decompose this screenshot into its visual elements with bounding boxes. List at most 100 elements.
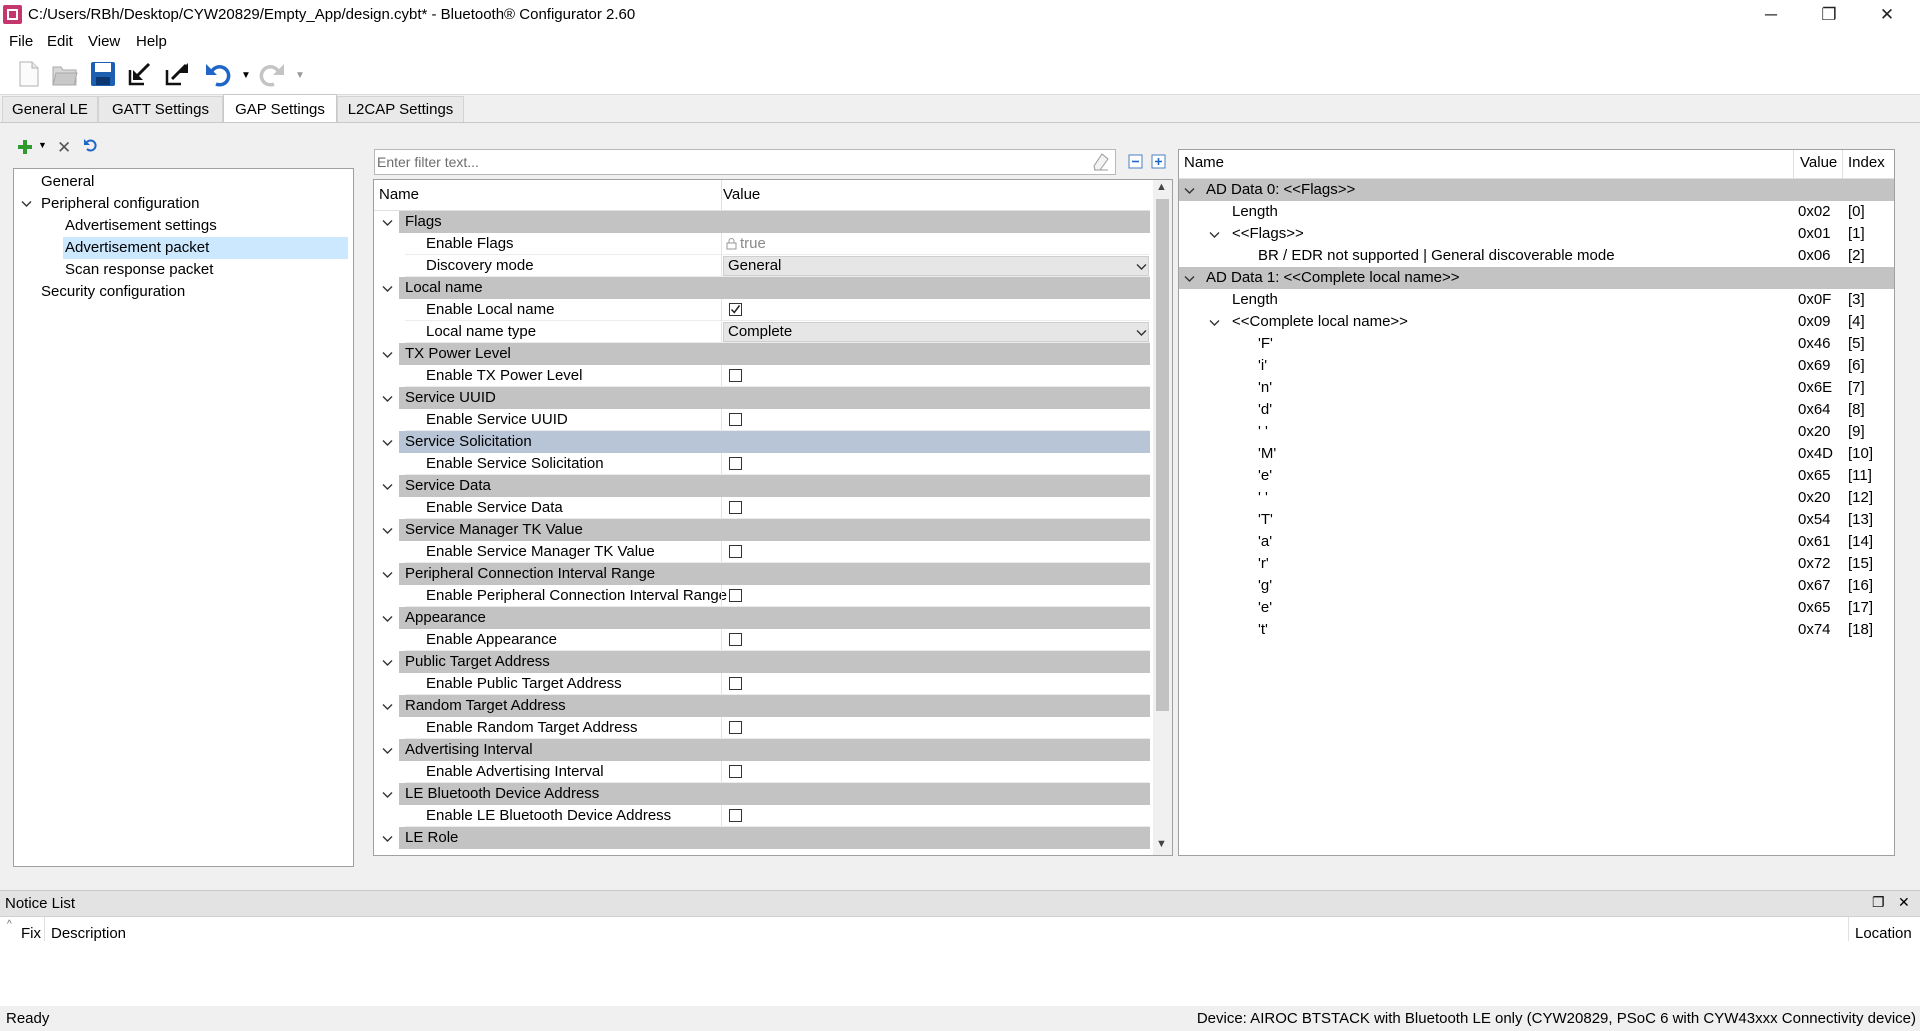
property-checkbox[interactable] [729,413,742,426]
redo-icon[interactable] [257,60,285,88]
grid-category-row[interactable]: LE Bluetooth Device Address [399,783,1150,805]
tree-item[interactable]: Advertisement settings [65,215,217,237]
ad-row[interactable]: ' ' 0x20 [12] [1179,487,1894,509]
category-chevron-icon[interactable] [382,571,393,579]
category-chevron-icon[interactable] [382,659,393,667]
ad-row[interactable]: 'n' 0x6E [7] [1179,377,1894,399]
menu-file[interactable]: File [9,33,33,50]
category-chevron-icon[interactable] [382,285,393,293]
tree-item[interactable]: Advertisement packet [63,237,348,259]
ad-expand-chevron-icon[interactable] [1184,187,1195,195]
grid-category-row[interactable]: Random Target Address [399,695,1150,717]
notice-col-location[interactable]: Location [1855,925,1912,942]
category-chevron-icon[interactable] [382,219,393,227]
grid-category-row[interactable]: LE Role [399,827,1150,849]
category-chevron-icon[interactable] [382,351,393,359]
notice-col-description[interactable]: Description [51,925,126,942]
grid-category-row[interactable]: Peripheral Connection Interval Range [399,563,1150,585]
close-icon[interactable]: ✕ [1898,894,1910,911]
grid-category-row[interactable]: Flags [399,211,1150,233]
grid-category-row[interactable]: TX Power Level [399,343,1150,365]
undo-dropdown-icon[interactable]: ▼ [241,70,251,81]
ad-row[interactable]: 'T' 0x54 [13] [1179,509,1894,531]
tab-gap-settings[interactable]: GAP Settings [223,94,337,123]
ad-row[interactable]: 'd' 0x64 [8] [1179,399,1894,421]
restore-icon[interactable]: ❐ [1872,894,1885,911]
property-checkbox[interactable] [729,303,742,316]
collapse-all-icon[interactable] [1128,154,1143,173]
export-icon[interactable] [163,60,191,88]
ad-expand-chevron-icon[interactable] [1209,231,1220,239]
import-icon[interactable] [126,60,154,88]
property-checkbox[interactable] [729,809,742,822]
ad-row[interactable]: Length 0x0F [3] [1179,289,1894,311]
property-checkbox[interactable] [729,545,742,558]
notice-col-fix[interactable]: Fix [21,925,41,942]
expand-all-icon[interactable] [1151,154,1166,173]
ad-row[interactable]: 'M' 0x4D [10] [1179,443,1894,465]
ad-row[interactable]: <<Complete local name>> 0x09 [4] [1179,311,1894,333]
property-checkbox[interactable] [729,677,742,690]
menu-view[interactable]: View [88,33,120,50]
category-chevron-icon[interactable] [382,835,393,843]
open-icon[interactable] [51,60,79,88]
maximize-button[interactable]: ❐ [1806,0,1852,30]
grid-category-row[interactable]: Appearance [399,607,1150,629]
ad-group-row[interactable]: AD Data 0: <<Flags>> [1179,179,1894,201]
add-dropdown-icon[interactable]: ▼ [38,140,47,150]
grid-scrollbar-thumb[interactable] [1156,199,1169,711]
ad-row[interactable]: 'F' 0x46 [5] [1179,333,1894,355]
ad-expand-chevron-icon[interactable] [1184,275,1195,283]
undo-icon[interactable] [205,60,233,88]
ad-group-row[interactable]: AD Data 1: <<Complete local name>> [1179,267,1894,289]
add-icon[interactable] [17,139,33,159]
category-chevron-icon[interactable] [382,439,393,447]
category-chevron-icon[interactable] [382,527,393,535]
redo-dropdown-icon[interactable]: ▼ [295,70,305,81]
category-chevron-icon[interactable] [382,703,393,711]
scroll-down-icon[interactable]: ▼ [1156,838,1167,850]
grid-category-row[interactable]: Public Target Address [399,651,1150,673]
property-checkbox[interactable] [729,721,742,734]
ad-row[interactable]: 'r' 0x72 [15] [1179,553,1894,575]
tree-item[interactable]: Peripheral configuration [41,193,199,215]
ad-expand-chevron-icon[interactable] [1209,319,1220,327]
ad-row[interactable]: Length 0x02 [0] [1179,201,1894,223]
ad-row[interactable]: 'a' 0x61 [14] [1179,531,1894,553]
grid-category-row[interactable]: Service Data [399,475,1150,497]
minimize-button[interactable]: ─ [1748,0,1794,30]
ad-row[interactable]: 'e' 0x65 [17] [1179,597,1894,619]
refresh-icon[interactable] [83,137,99,157]
property-checkbox[interactable] [729,369,742,382]
menu-edit[interactable]: Edit [47,33,73,50]
ad-row[interactable]: 'i' 0x69 [6] [1179,355,1894,377]
category-chevron-icon[interactable] [382,483,393,491]
close-button[interactable]: ✕ [1864,0,1910,30]
property-dropdown[interactable]: Complete [723,322,1149,342]
delete-icon[interactable]: ✕ [57,138,71,158]
grid-category-row[interactable]: Advertising Interval [399,739,1150,761]
property-checkbox[interactable] [729,633,742,646]
ad-row[interactable]: BR / EDR not supported | General discove… [1179,245,1894,267]
tree-expand-chevron-icon[interactable] [21,200,32,208]
property-checkbox[interactable] [729,589,742,602]
dropdown-chevron-icon[interactable] [1136,329,1147,337]
ad-row[interactable]: ' ' 0x20 [9] [1179,421,1894,443]
ad-row[interactable]: 'e' 0x65 [11] [1179,465,1894,487]
grid-category-row[interactable]: Service Manager TK Value [399,519,1150,541]
menu-help[interactable]: Help [136,33,167,50]
property-checkbox[interactable] [729,501,742,514]
category-chevron-icon[interactable] [382,747,393,755]
category-chevron-icon[interactable] [382,791,393,799]
ad-row[interactable]: 'g' 0x67 [16] [1179,575,1894,597]
ad-row[interactable]: <<Flags>> 0x01 [1] [1179,223,1894,245]
save-icon[interactable] [89,60,117,88]
tree-item[interactable]: Scan response packet [65,259,213,281]
filter-input[interactable] [374,149,1116,175]
tab-general-le[interactable]: General LE [2,96,98,122]
new-file-icon[interactable] [15,60,43,88]
grid-category-row[interactable]: Service Solicitation [399,431,1150,453]
scroll-up-icon[interactable]: ▲ [1156,181,1167,193]
grid-category-row[interactable]: Local name [399,277,1150,299]
ad-row[interactable]: 't' 0x74 [18] [1179,619,1894,641]
